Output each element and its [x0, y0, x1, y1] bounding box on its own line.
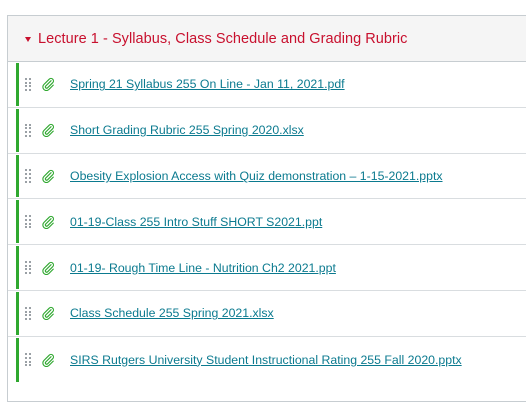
module-item: 01-19-Class 255 Intro Stuff SHORT S2021.…	[8, 199, 526, 246]
module-items-list: Spring 21 Syllabus 255 On Line - Jan 11,…	[8, 62, 526, 383]
drag-handle-icon[interactable]	[25, 306, 31, 320]
published-indicator	[16, 200, 19, 244]
module-item: SIRS Rutgers University Student Instruct…	[8, 337, 526, 383]
drag-handle-icon[interactable]	[25, 123, 31, 137]
item-link[interactable]: Spring 21 Syllabus 255 On Line - Jan 11,…	[70, 77, 345, 91]
paperclip-icon	[42, 169, 54, 183]
paperclip-icon	[42, 78, 54, 92]
paperclip-icon	[42, 124, 54, 138]
drag-handle-icon[interactable]	[25, 353, 31, 367]
drag-handle-icon[interactable]	[25, 77, 31, 91]
paperclip-icon	[42, 215, 54, 229]
drag-handle-icon[interactable]	[25, 261, 31, 275]
module-item: Spring 21 Syllabus 255 On Line - Jan 11,…	[8, 62, 526, 108]
caret-down-icon[interactable]	[25, 36, 31, 42]
paperclip-icon	[42, 261, 54, 275]
published-indicator	[16, 154, 19, 198]
published-indicator	[16, 246, 19, 289]
item-link[interactable]: SIRS Rutgers University Student Instruct…	[70, 353, 462, 367]
drag-handle-icon[interactable]	[25, 215, 31, 229]
published-indicator	[16, 63, 19, 106]
module-item: Short Grading Rubric 255 Spring 2020.xls…	[8, 108, 526, 154]
module-header[interactable]: Lecture 1 - Syllabus, Class Schedule and…	[8, 16, 526, 62]
module-title: Lecture 1 - Syllabus, Class Schedule and…	[38, 30, 408, 47]
item-link[interactable]: Obesity Explosion Access with Quiz demon…	[70, 169, 443, 183]
module-item: Obesity Explosion Access with Quiz demon…	[8, 154, 526, 200]
module-item: 01-19- Rough Time Line - Nutrition Ch2 2…	[8, 245, 526, 291]
item-link[interactable]: Class Schedule 255 Spring 2021.xlsx	[70, 306, 274, 320]
published-indicator	[16, 291, 19, 335]
published-indicator	[16, 337, 19, 382]
published-indicator	[16, 108, 19, 152]
module-item: Class Schedule 255 Spring 2021.xlsx	[8, 291, 526, 337]
drag-handle-icon[interactable]	[25, 169, 31, 183]
item-link[interactable]: 01-19-Class 255 Intro Stuff SHORT S2021.…	[70, 215, 322, 229]
paperclip-icon	[42, 353, 54, 367]
item-link[interactable]: 01-19- Rough Time Line - Nutrition Ch2 2…	[70, 261, 336, 275]
item-link[interactable]: Short Grading Rubric 255 Spring 2020.xls…	[70, 123, 304, 137]
module: Lecture 1 - Syllabus, Class Schedule and…	[7, 15, 526, 402]
paperclip-icon	[42, 307, 54, 321]
